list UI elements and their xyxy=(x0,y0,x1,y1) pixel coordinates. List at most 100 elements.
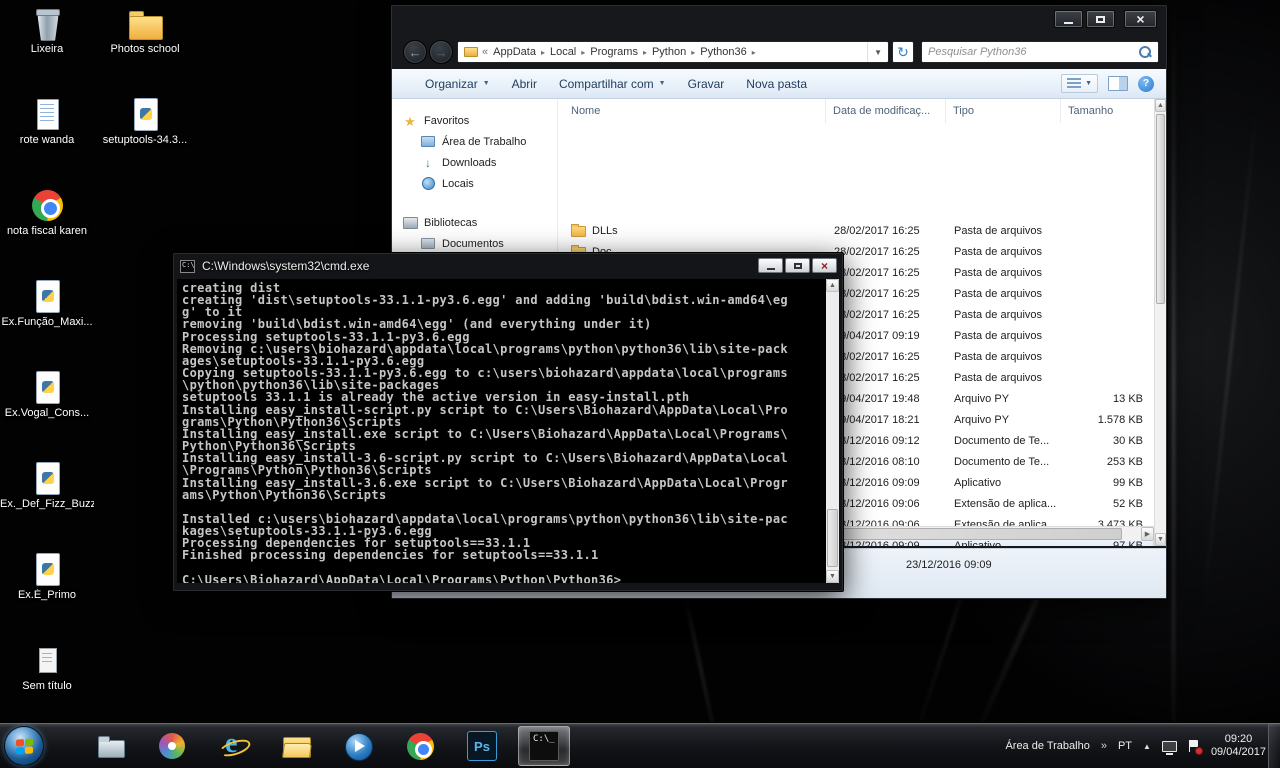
column-header-name[interactable]: Nome xyxy=(558,99,826,123)
desktop-icon[interactable]: Lixeira xyxy=(0,6,94,97)
desktop-icon[interactable]: Sem título xyxy=(0,643,94,734)
file-type: Arquivo PY xyxy=(947,414,1062,426)
search-input[interactable] xyxy=(922,46,1138,58)
column-header-date[interactable]: Data de modificaç... xyxy=(826,99,946,123)
desktop-icon[interactable]: Photos school xyxy=(98,6,192,97)
minimize-button[interactable] xyxy=(1054,10,1083,28)
action-center-flag-icon[interactable] xyxy=(1188,740,1200,753)
file-date: 28/02/2017 16:25 xyxy=(827,351,947,363)
file-type: Aplicativo xyxy=(947,477,1062,489)
address-history-dropdown[interactable]: ▼ xyxy=(867,42,888,62)
sidebar-group-favorites[interactable]: Favoritos xyxy=(392,111,557,131)
file-size: 99 KB xyxy=(1062,477,1154,489)
sidebar-item[interactable]: Área de Trabalho xyxy=(392,131,557,152)
toolbar-expand-chevron[interactable]: » xyxy=(1101,740,1107,752)
scroll-up-button[interactable]: ▲ xyxy=(826,279,839,292)
breadcrumb[interactable]: « AppData▸ Local▸ Programs▸ Python▸ Pyth… xyxy=(457,41,889,63)
maximize-icon xyxy=(1096,16,1105,23)
breadcrumb-segment[interactable]: Programs xyxy=(585,46,643,58)
breadcrumb-segment[interactable]: Python xyxy=(647,46,691,58)
console-output[interactable]: creating dist creating 'dist\setuptools-… xyxy=(177,279,826,583)
sidebar-item[interactable]: Locais xyxy=(392,173,557,194)
gallery-icon[interactable] xyxy=(146,726,198,766)
vertical-scroll-thumb[interactable] xyxy=(1156,114,1165,304)
cmd-minimize-button[interactable] xyxy=(758,258,783,273)
media-player-icon[interactable] xyxy=(332,726,384,766)
column-header-type[interactable]: Tipo xyxy=(946,99,1061,123)
taskbar: Área de Trabalho » PT ▲ 09:20 09/04/2017 xyxy=(0,722,1280,768)
language-indicator[interactable]: PT xyxy=(1118,740,1132,752)
console-line: Processing setuptools-33.1.1-py3.6.egg xyxy=(182,331,824,343)
burn-button[interactable]: Gravar xyxy=(677,73,736,95)
scroll-down-button[interactable]: ▼ xyxy=(826,570,839,583)
desktop-icon[interactable]: rote wanda xyxy=(0,97,94,188)
desktop-icon[interactable]: nota fiscal karen xyxy=(0,188,94,279)
desktop-icon[interactable]: Ex.Vogal_Cons... xyxy=(0,370,94,461)
sidebar-item-label: Locais xyxy=(442,178,474,190)
console-scroll-thumb[interactable] xyxy=(827,509,838,567)
desktop-icon[interactable]: Ex.Função_Maxi... xyxy=(0,279,94,370)
help-button[interactable]: ? xyxy=(1138,76,1154,92)
sidebar-group-libraries[interactable]: Bibliotecas xyxy=(392,213,557,233)
breadcrumb-segment[interactable]: Python36 xyxy=(695,46,751,58)
files-icon[interactable] xyxy=(84,726,136,766)
console-scrollbar[interactable]: ▲ ▼ xyxy=(826,279,839,583)
chevron-down-icon: ▼ xyxy=(659,80,666,87)
console-icon[interactable] xyxy=(180,260,195,273)
desktop: Lixeira rote wanda nota fiscal karen Ex.… xyxy=(0,0,1280,768)
show-desktop-button[interactable] xyxy=(1268,723,1280,768)
scroll-up-button[interactable]: ▲ xyxy=(1155,99,1166,112)
preview-pane-button[interactable] xyxy=(1108,76,1128,91)
hidden-icons-chevron-icon[interactable]: ▲ xyxy=(1143,742,1151,751)
search-icon[interactable] xyxy=(1138,45,1152,59)
scroll-down-button[interactable]: ▼ xyxy=(1155,533,1166,546)
cmd-window-controls: × xyxy=(758,258,837,273)
change-view-button[interactable]: ▼ xyxy=(1061,74,1098,93)
breadcrumb-segment[interactable]: AppData xyxy=(488,46,541,58)
scroll-right-button[interactable]: ▶ xyxy=(1141,527,1154,541)
sidebar-item[interactable]: Downloads xyxy=(392,152,557,173)
breadcrumb-separator: ▸ xyxy=(752,48,756,57)
desktop-toolbar-label[interactable]: Área de Trabalho xyxy=(1005,740,1089,752)
internet-explorer-icon[interactable] xyxy=(208,726,260,766)
file-row[interactable]: DLLs 28/02/2017 16:25 Pasta de arquivos xyxy=(558,220,1154,241)
sidebar-item-label: Área de Trabalho xyxy=(442,136,526,148)
desktop-icon-label: Ex.É_Primo xyxy=(0,589,94,602)
sidebar-item[interactable]: Documentos xyxy=(392,233,557,254)
cmd-close-button[interactable]: × xyxy=(812,258,837,273)
cmd-titlebar[interactable]: C:\Windows\system32\cmd.exe × xyxy=(173,253,843,279)
file-type: Arquivo PY xyxy=(947,393,1062,405)
column-header-size[interactable]: Tamanho xyxy=(1061,99,1154,123)
cmd-maximize-button[interactable] xyxy=(785,258,810,273)
column-headers: Nome Data de modificaç... Tipo Tamanho xyxy=(558,99,1154,123)
open-button[interactable]: Abrir xyxy=(501,73,548,95)
network-icon[interactable] xyxy=(1162,741,1177,752)
clock[interactable]: 09:20 09/04/2017 xyxy=(1211,733,1266,759)
start-button[interactable] xyxy=(4,726,44,766)
refresh-button[interactable]: ↻ xyxy=(892,41,914,63)
desktop-icon[interactable]: Ex._Def_Fizz_Buzz xyxy=(0,461,94,552)
forward-button[interactable]: → xyxy=(429,40,453,64)
share-button[interactable]: Compartilhar com▼ xyxy=(548,73,677,95)
desktop-icon-label: Sem título xyxy=(0,680,94,693)
command-bar: Organizar▼ Abrir Compartilhar com▼ Grava… xyxy=(392,69,1166,99)
close-button[interactable]: × xyxy=(1124,10,1157,28)
desktop-icon[interactable]: Ex.É_Primo xyxy=(0,552,94,643)
new-folder-button[interactable]: Nova pasta xyxy=(735,73,818,95)
organize-button[interactable]: Organizar▼ xyxy=(414,73,501,95)
photoshop-icon[interactable] xyxy=(456,726,508,766)
file-size: 13 KB xyxy=(1062,393,1154,405)
cmd-app-icon[interactable] xyxy=(518,726,570,766)
desktop-icon[interactable]: setuptools-34.3... xyxy=(98,97,192,188)
file-date: 09/04/2017 19:48 xyxy=(827,393,947,405)
back-button[interactable]: ← xyxy=(403,40,427,64)
breadcrumb-segment[interactable]: Local xyxy=(545,46,581,58)
maximize-button[interactable] xyxy=(1086,10,1115,28)
chrome-icon[interactable] xyxy=(394,726,446,766)
list-view-icon xyxy=(1067,78,1081,89)
desktop-icon-label: Ex.Vogal_Cons... xyxy=(0,407,94,420)
navigation-bar: ← → « AppData▸ Local▸ Programs▸ Python▸ … xyxy=(391,35,1167,69)
vertical-scrollbar[interactable]: ▲ ▼ xyxy=(1154,99,1166,546)
explorer-folder-icon[interactable] xyxy=(270,726,322,766)
recent-icon xyxy=(420,177,436,191)
